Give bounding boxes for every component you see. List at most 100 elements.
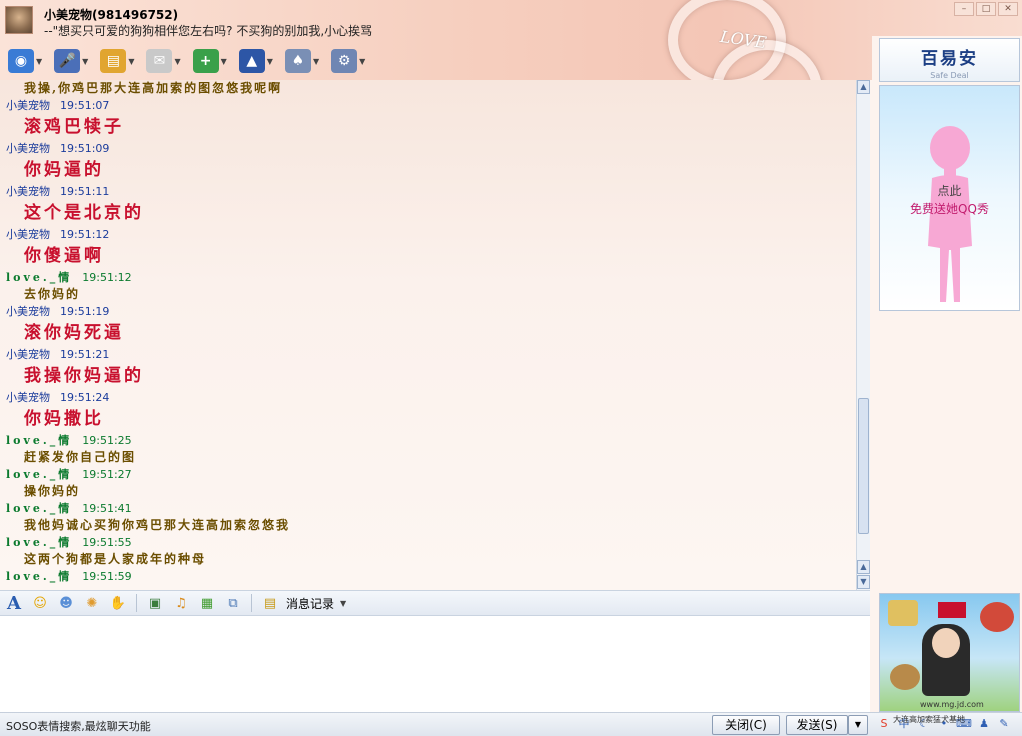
message-time: 19:51:25 — [82, 434, 132, 447]
send-sms-button[interactable]: ✉ ▼ — [144, 47, 182, 75]
message-sender[interactable]: 小美宠物 — [6, 99, 50, 112]
contact-status-message: --"想买只可爱的狗狗相伴您左右吗? 不买狗的别加我,小心挨骂 — [44, 24, 373, 38]
message-sender[interactable]: 小美宠物 — [6, 228, 50, 241]
settings-button[interactable]: ⚙ ▼ — [329, 47, 367, 75]
qqshow-gift-label[interactable]: 免费送她QQ秀 — [880, 200, 1019, 217]
message-text: 操你妈的 — [24, 484, 81, 498]
qq-show-panel[interactable]: 点此 免费送她QQ秀 — [879, 85, 1020, 311]
brand-name: 百易安 — [921, 49, 978, 69]
right-side-panel: 百易安 Safe Deal 点此 免费送她QQ秀 www.mg.jd.com — [872, 36, 1022, 712]
chevron-down-icon[interactable]: ▼ — [313, 57, 319, 66]
video-call-button[interactable]: ◉ ▼ — [6, 47, 44, 75]
chevron-down-icon[interactable]: ▼ — [174, 57, 180, 66]
message-text: 这两个狗都是人家成年的种母 — [24, 552, 207, 566]
close-button[interactable]: 关闭(C) — [712, 715, 780, 735]
chat-history[interactable]: 我操,你鸡巴那大连高加索的图忽悠我呢啊 小美宠物 19:51:07 滚鸡巴犊子 小美宠物… — [0, 80, 856, 590]
ad-dog — [890, 664, 920, 690]
folder-icon: ▤ — [100, 49, 127, 73]
brand-banner[interactable]: 百易安 Safe Deal — [879, 38, 1020, 82]
advertisement-banner[interactable]: www.mg.jd.com — [879, 593, 1020, 712]
history-icon[interactable]: ▤ — [260, 593, 280, 613]
message-sender[interactable]: love._情 — [6, 468, 72, 481]
message-sender[interactable]: love._情 — [6, 570, 72, 583]
maximize-button[interactable]: □ — [976, 2, 996, 16]
remote-assist-button[interactable]: ▲ ▼ — [237, 47, 275, 75]
smiley-icon[interactable]: ☺ — [30, 593, 50, 613]
scroll-thumb[interactable] — [858, 398, 869, 534]
qqshow-click-label[interactable]: 点此 — [880, 182, 1019, 199]
magic-face-icon[interactable]: ☻ — [56, 593, 76, 613]
message-header: love._情 19:51:59 — [0, 568, 856, 585]
message-header: love._情 19:51:25 — [0, 432, 856, 449]
message-sender[interactable]: love._情 — [6, 502, 72, 515]
message-header: 小美宠物 19:51:21 — [0, 346, 856, 363]
scroll-down-arrow[interactable]: ▼ — [857, 575, 870, 589]
chevron-down-icon[interactable]: ▼ — [340, 599, 346, 608]
soso-emoji-tip[interactable]: SOSO表情搜索,最炫聊天功能 — [6, 718, 151, 734]
message-time: 19:51:11 — [60, 185, 110, 198]
brand-subtitle: Safe Deal — [930, 71, 969, 80]
send-file-button[interactable]: ▤ ▼ — [98, 47, 136, 75]
shake-icon[interactable]: ✺ — [82, 593, 102, 613]
chevron-down-icon[interactable]: ▼ — [36, 57, 42, 66]
gift-icon[interactable]: ▦ — [197, 593, 217, 613]
bottom-bar: SOSO表情搜索,最炫聊天功能 关闭(C) 发送(S) ▼ S 中 ☾ • ⌨ ♟ ✎ — [0, 712, 1022, 736]
message-sender[interactable]: love._情 — [6, 271, 72, 284]
message-text: 这个是北京的 — [24, 203, 144, 223]
message-text: 赶紧发你自己的图 — [24, 450, 137, 464]
chevron-down-icon[interactable]: ▼ — [82, 57, 88, 66]
chat-window-header: 小美宠物(981496752) --"想买只可爱的狗狗相伴您左右吗? 不买狗的别… — [0, 0, 1022, 80]
input-toolbar: A ☺ ☻ ✺ ✋ ▣ ♫ ▦ ⧉ ▤ 消息记录 ▼ — [0, 590, 870, 616]
avatar[interactable] — [5, 6, 33, 34]
microphone-icon: 🎤 — [54, 49, 81, 73]
sogou-s-icon[interactable]: S — [876, 716, 892, 732]
chevron-down-icon[interactable]: ▼ — [221, 57, 227, 66]
ad-sticker — [980, 602, 1014, 632]
contact-name[interactable]: 小美宠物(981496752) — [44, 6, 178, 23]
message-history-button[interactable]: 消息记录 — [286, 595, 334, 612]
wrench-icon[interactable]: ✎ — [996, 716, 1012, 732]
message-time: 19:51:24 — [60, 391, 110, 404]
message-header: 小美宠物 19:51:24 — [0, 389, 856, 406]
image-icon[interactable]: ▣ — [145, 593, 165, 613]
create-group-button[interactable]: + ▼ — [191, 47, 229, 75]
message-time: 19:51:59 — [82, 570, 132, 583]
minimize-button[interactable]: – — [954, 2, 974, 16]
screenshot-icon[interactable]: ⧉ — [223, 593, 243, 613]
message-text: 去你妈的 — [24, 287, 81, 301]
send-button[interactable]: 发送(S) — [786, 715, 848, 735]
scroll-up-arrow[interactable]: ▲ — [857, 80, 870, 94]
toolbar-divider — [251, 594, 252, 612]
scroll-up-arrow[interactable]: ▲ — [857, 560, 870, 574]
message-time: 19:51:09 — [60, 142, 110, 155]
message-text: 滚鸡巴犊子 — [24, 117, 124, 137]
send-options-button[interactable]: ▼ — [848, 715, 868, 735]
message-time: 19:51:07 — [60, 99, 110, 112]
chevron-down-icon[interactable]: ▼ — [359, 57, 365, 66]
font-icon[interactable]: A — [4, 593, 24, 614]
chevron-down-icon[interactable]: ▼ — [128, 57, 134, 66]
music-icon[interactable]: ♫ — [171, 593, 191, 613]
close-window-button[interactable]: ✕ — [998, 2, 1018, 16]
message-header: love._情 19:51:27 — [0, 466, 856, 483]
apps-button[interactable]: ♠ ▼ — [283, 47, 321, 75]
message-sender[interactable]: love._情 — [6, 434, 72, 447]
message-sender[interactable]: love._情 — [6, 536, 72, 549]
message-sender[interactable]: 小美宠物 — [6, 185, 50, 198]
message-text: 我操,你鸡巴那大连高加索的图忽悠我呢啊 — [24, 81, 283, 95]
message-sender[interactable]: 小美宠物 — [6, 348, 50, 361]
add-discussion-icon: + — [192, 49, 219, 73]
chevron-down-icon[interactable]: ▼ — [267, 57, 273, 66]
hand-icon[interactable]: ✋ — [108, 593, 128, 613]
message-text: 我操你妈逼的 — [24, 366, 144, 386]
message-header: 小美宠物 19:51:09 — [0, 140, 856, 157]
message-input[interactable] — [0, 616, 870, 712]
window-controls: – □ ✕ — [954, 2, 1018, 16]
webcam-icon: ◉ — [8, 49, 34, 73]
message-sender[interactable]: 小美宠物 — [6, 305, 50, 318]
voice-call-button[interactable]: 🎤 ▼ — [52, 47, 90, 75]
chat-scrollbar[interactable]: ▲ ▲ ▼ — [856, 80, 870, 590]
user-icon[interactable]: ♟ — [976, 716, 992, 732]
message-sender[interactable]: 小美宠物 — [6, 142, 50, 155]
message-sender[interactable]: 小美宠物 — [6, 391, 50, 404]
